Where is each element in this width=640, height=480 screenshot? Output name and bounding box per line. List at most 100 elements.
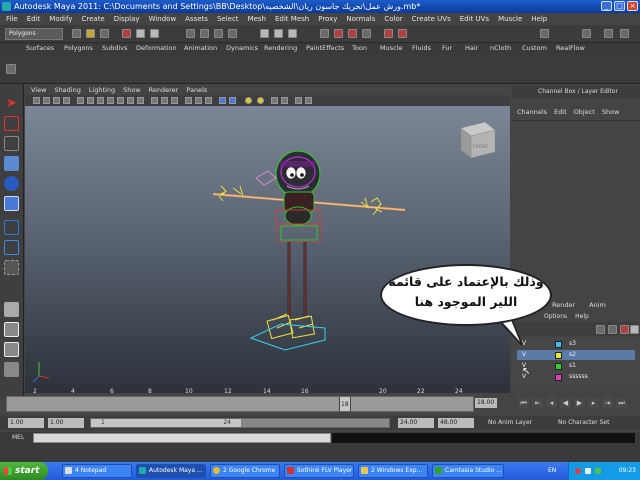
camera-attributes-icon[interactable] — [43, 97, 50, 104]
viewport-menu-shading[interactable]: Shading — [54, 85, 80, 95]
network-icon[interactable] — [595, 468, 601, 474]
antialiasing-icon[interactable] — [305, 97, 312, 104]
render-frame-icon[interactable] — [334, 29, 343, 38]
textured-icon[interactable] — [185, 97, 192, 104]
shelf-tab-fluids[interactable]: Fluids — [412, 44, 431, 53]
shelf-tab-dynamics[interactable]: Dynamics — [226, 44, 258, 53]
menu-select[interactable]: Select — [217, 13, 239, 25]
current-time-marker[interactable]: 18 — [339, 397, 351, 411]
shelf-tab-painteffects[interactable]: PaintEffects — [306, 44, 344, 53]
shelf-tab-custom[interactable]: Custom — [522, 44, 547, 53]
volume-icon[interactable] — [585, 468, 591, 474]
shelf-tab-ncloth[interactable]: nCloth — [490, 44, 511, 53]
range-handle[interactable]: 1 24 — [91, 419, 241, 427]
minimize-button[interactable]: _ — [601, 1, 612, 11]
shelf-tab-animation[interactable]: Animation — [184, 44, 217, 53]
current-time-field[interactable]: 18.00 — [475, 398, 497, 408]
render-globals-icon[interactable] — [398, 29, 407, 38]
layout-single-icon[interactable] — [4, 302, 19, 317]
end-time-field[interactable]: 48.00 — [438, 418, 474, 428]
quick-select-field-icon[interactable] — [540, 29, 549, 38]
smooth-shade-icon[interactable] — [161, 97, 168, 104]
viewport-menu-renderer[interactable]: Renderer — [149, 85, 179, 95]
paint-select-tool-icon[interactable] — [4, 136, 19, 151]
layer-color-swatch[interactable] — [555, 363, 562, 370]
shelf-tab-fur[interactable]: Fur — [442, 44, 452, 53]
layout-four-icon[interactable] — [4, 322, 19, 337]
shelf-tab-subdivs[interactable]: Subdivs — [102, 44, 128, 53]
scale-tool-icon[interactable] — [4, 196, 19, 211]
layer-tab-render[interactable]: Render — [552, 300, 575, 311]
shelf-menu-icon[interactable] — [6, 64, 16, 74]
isolate-select-icon[interactable] — [219, 97, 226, 104]
channel-box-content[interactable] — [512, 120, 640, 295]
menu-edit-uvs[interactable]: Edit UVs — [460, 13, 489, 25]
menu-set-select[interactable]: Polygons — [5, 28, 63, 40]
menu-create[interactable]: Create — [81, 13, 104, 25]
snap-point-icon[interactable] — [214, 29, 223, 38]
shelf-tab-deformation[interactable]: Deformation — [136, 44, 177, 53]
menu-muscle[interactable]: Muscle — [498, 13, 522, 25]
shelf-tab-surfaces[interactable]: Surfaces — [26, 44, 54, 53]
taskbar-item-maya[interactable]: Autodesk Maya ... — [136, 464, 206, 478]
menu-edit[interactable]: Edit — [27, 13, 41, 25]
mel-label[interactable]: MEL — [12, 433, 24, 443]
viewport-menu-lighting[interactable]: Lighting — [89, 85, 115, 95]
taskbar-item-camtasia[interactable]: Camtasia Studio ... — [432, 464, 504, 478]
mel-command-input[interactable] — [33, 433, 331, 443]
default-light-icon[interactable] — [245, 97, 252, 104]
layer-color-swatch[interactable] — [555, 341, 562, 348]
menu-display[interactable]: Display — [114, 13, 140, 25]
select-camera-icon[interactable] — [33, 97, 40, 104]
layer-tab-anim[interactable]: Anim — [589, 300, 606, 311]
shelf-tab-rendering[interactable]: Rendering — [264, 44, 297, 53]
layer-menu-help[interactable]: Help — [575, 311, 589, 322]
move-layer-down-icon[interactable] — [608, 325, 617, 334]
channel-box-menu-edit[interactable]: Edit — [554, 106, 567, 118]
ipr-render-icon[interactable] — [348, 29, 357, 38]
layout-persp-graph-icon[interactable] — [4, 362, 19, 377]
menu-assets[interactable]: Assets — [185, 13, 208, 25]
channel-box-menu-channels[interactable]: Channels — [517, 106, 547, 118]
shelf-tab-muscle[interactable]: Muscle — [380, 44, 403, 53]
move-tool-icon[interactable] — [4, 156, 19, 171]
shelf-tab-toon[interactable]: Toon — [352, 44, 367, 53]
layer-row[interactable]: V s3 — [517, 339, 635, 349]
safe-action-icon[interactable] — [127, 97, 134, 104]
viewcube-icon[interactable]: FRONT — [460, 121, 496, 159]
start-time-field[interactable]: 1.00 — [8, 418, 44, 428]
shelf-tab-realflow[interactable]: RealFlow — [556, 44, 585, 53]
tray-app-icon[interactable] — [575, 468, 581, 474]
select-hierarchy-icon[interactable] — [122, 29, 131, 38]
select-tool-icon[interactable]: ➤ — [4, 96, 19, 111]
gate-mask-icon[interactable] — [107, 97, 114, 104]
snap-grid-icon[interactable] — [186, 29, 195, 38]
select-object-icon[interactable] — [136, 29, 145, 38]
viewport-menu-view[interactable]: View — [31, 85, 46, 95]
select-component-icon[interactable] — [150, 29, 159, 38]
save-scene-icon[interactable] — [100, 29, 109, 38]
step-forward-key-icon[interactable]: ⇥ — [602, 398, 613, 408]
layer-row[interactable]: V s2 — [517, 350, 635, 360]
perspective-viewport[interactable]: FRONT — [25, 106, 510, 393]
step-back-key-icon[interactable]: ⇤ — [532, 398, 543, 408]
new-scene-icon[interactable] — [72, 29, 81, 38]
new-layer-selected-icon[interactable] — [630, 325, 639, 334]
history-icon[interactable] — [260, 29, 269, 38]
snap-plane-icon[interactable] — [228, 29, 237, 38]
layer-color-swatch[interactable] — [555, 374, 562, 381]
hypershade-icon[interactable] — [384, 29, 393, 38]
grid-icon[interactable] — [77, 97, 84, 104]
show-tool-settings-icon[interactable] — [604, 29, 613, 38]
menu-modify[interactable]: Modify — [49, 13, 72, 25]
go-to-start-icon[interactable]: ⏮ — [518, 398, 529, 408]
safe-title-icon[interactable] — [137, 97, 144, 104]
clock[interactable]: 09:23 — [619, 462, 636, 480]
character-rig[interactable] — [212, 150, 406, 351]
shadows-icon[interactable] — [205, 97, 212, 104]
window-title-bar[interactable]: Autodesk Maya 2011: C:\Documents and Set… — [0, 0, 640, 13]
layer-row[interactable]: V ssssss — [517, 372, 635, 382]
soft-mod-tool-icon[interactable] — [4, 240, 19, 255]
field-chart-icon[interactable] — [117, 97, 124, 104]
show-attribute-editor-icon[interactable] — [582, 29, 591, 38]
